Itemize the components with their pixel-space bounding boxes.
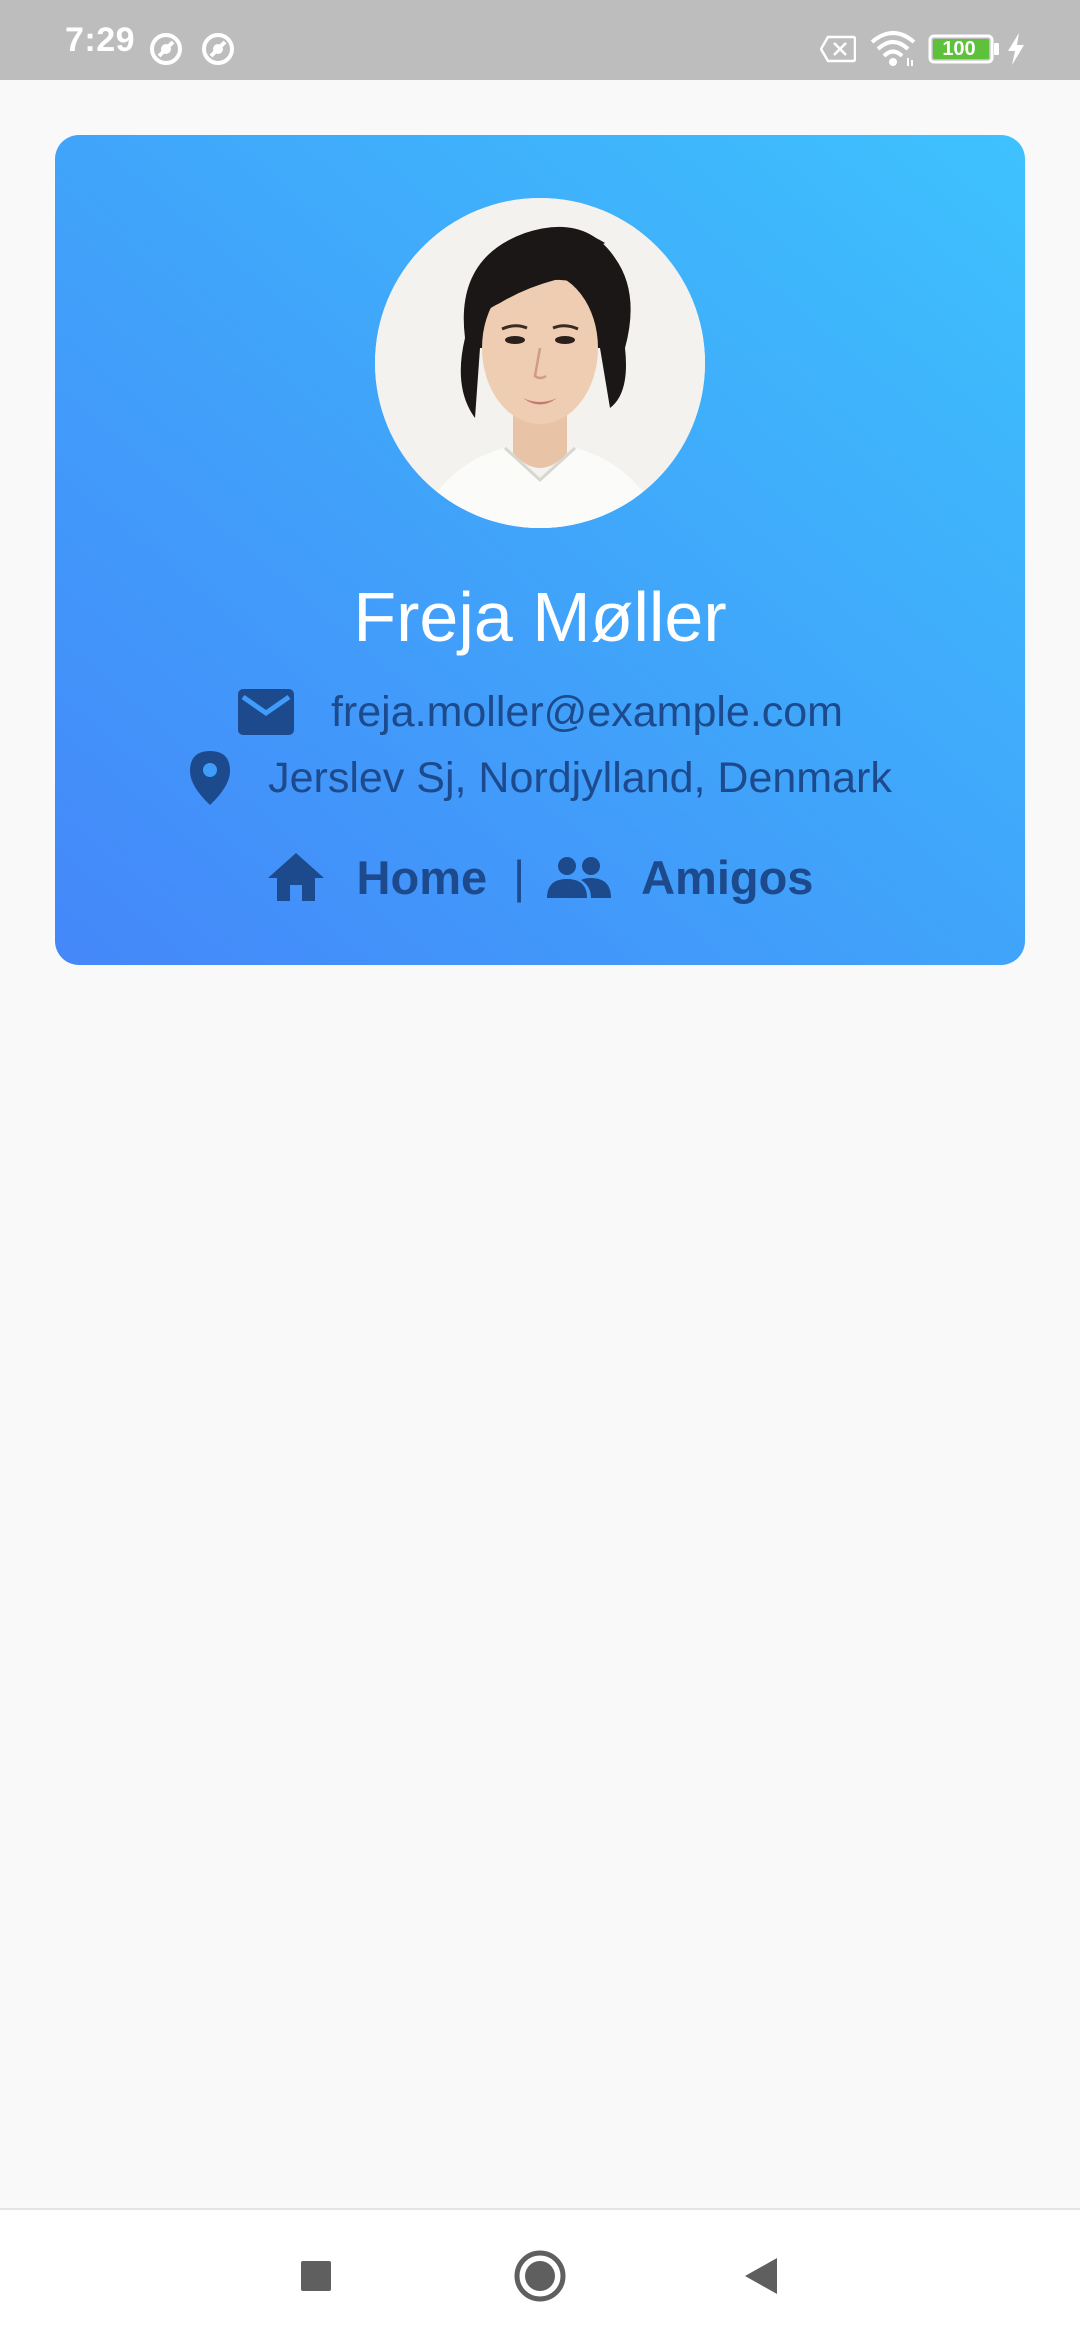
no-sim-icon xyxy=(820,35,856,63)
status-time: 7:29 xyxy=(65,21,136,59)
email-row: freja.moller@example.com xyxy=(55,682,1025,742)
home-link-label: Home xyxy=(356,850,488,904)
mail-icon xyxy=(237,689,294,735)
home-link[interactable]: Home xyxy=(267,850,488,905)
profile-photo xyxy=(375,198,705,528)
battery-level: 100 xyxy=(942,38,976,60)
profile-name: Freja Møller xyxy=(353,578,727,656)
charging-icon xyxy=(1008,33,1024,65)
friends-link-label: Amigos xyxy=(641,850,814,904)
home-circle-icon[interactable] xyxy=(508,2244,572,2308)
home-icon xyxy=(267,853,324,901)
people-icon xyxy=(547,857,612,898)
recents-square-icon[interactable] xyxy=(284,2244,348,2308)
battery-icon: 100 xyxy=(928,34,1000,64)
location-pin-icon xyxy=(190,751,231,805)
status-bar: 7:29 100 xyxy=(0,0,1080,80)
friends-link[interactable]: Amigos xyxy=(547,850,813,905)
email-text[interactable]: freja.moller@example.com xyxy=(331,688,843,737)
navigation-bar xyxy=(0,2208,1080,2340)
app-notification-icon xyxy=(150,33,182,65)
location-row: Jerslev Sj, Nordjylland, Denmark xyxy=(55,748,1025,808)
back-triangle-icon[interactable] xyxy=(730,2244,794,2308)
wifi-icon xyxy=(870,31,916,66)
profile-card: Freja Møller freja.moller@example.com Je… xyxy=(55,135,1025,965)
app-notification-icon xyxy=(202,33,234,65)
location-text: Jerslev Sj, Nordjylland, Denmark xyxy=(268,753,892,802)
link-separator: | xyxy=(513,851,526,903)
